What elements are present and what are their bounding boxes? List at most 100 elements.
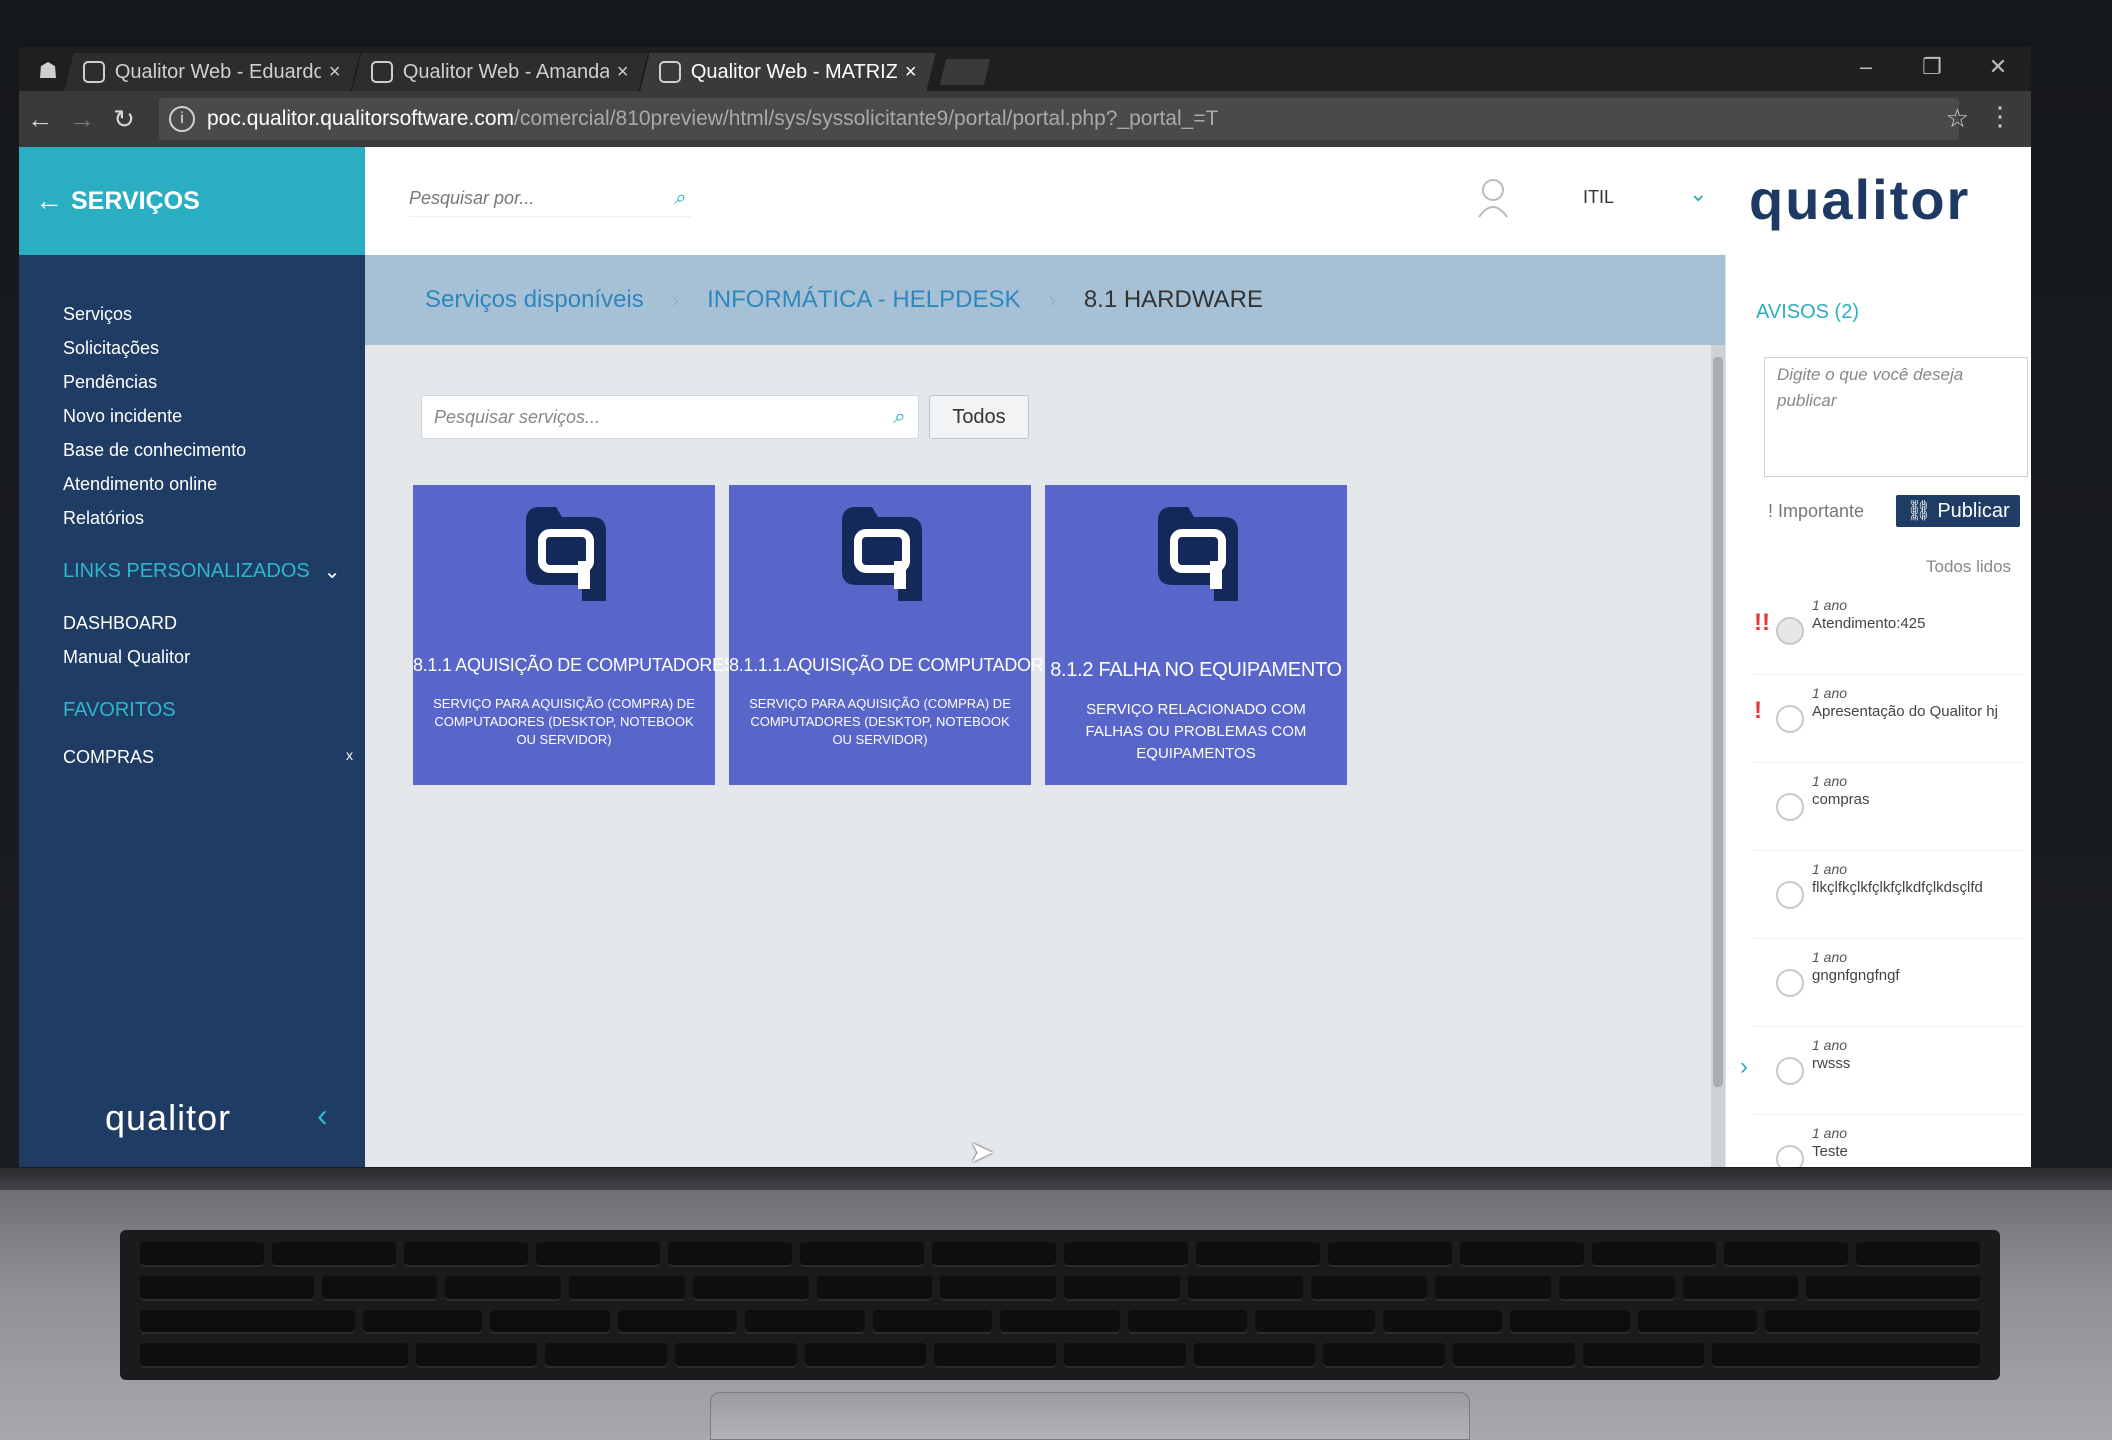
breadcrumb-item[interactable]: Serviços disponíveis [425,286,644,314]
sidebar-item-pendencias[interactable]: Pendências [63,365,246,399]
breadcrumb-item[interactable]: INFORMÁTICA - HELPDESK [707,286,1020,314]
notices-panel: AVISOS (2) Digite o que você deseja publ… [1725,255,2031,1167]
new-tab-button[interactable] [939,59,991,85]
favorites-section-title: FAVORITOS [63,699,176,721]
sidebar-logo: qualitor [105,1097,232,1138]
breadcrumb-separator-icon: › [671,287,680,312]
profile-selector[interactable]: ITIL [1583,187,1614,208]
bookmark-star-icon[interactable]: ☆ [1946,103,1969,134]
sidebar-item-relatorios[interactable]: Relatórios [63,501,246,535]
forward-arrow-icon[interactable]: → [61,104,103,135]
service-cards: 8.1.1 AQUISIÇÃO DE COMPUTADORES SERVIÇO … [413,485,1347,785]
publish-label: Publicar [1937,500,2010,522]
sidebar: ← SERVIÇOS Serviços Solicitações Pendênc… [19,147,365,1167]
notice-time: 1 ano [1812,773,1848,789]
tab-title: Qualitor Web - MATRIZ [691,60,898,83]
reload-icon[interactable]: ↻ [103,104,145,135]
search-icon[interactable]: ⌕ [674,187,685,210]
service-search-placeholder: Pesquisar serviços... [434,406,601,427]
browser-menu-icon[interactable]: ⋮ [1987,101,2013,132]
browser-tab[interactable]: Qualitor Web - Amanda × [352,53,648,91]
keyboard-row [140,1309,1981,1335]
collapse-sidebar-icon[interactable]: ‹ [317,1097,328,1134]
close-tab-icon[interactable]: × [905,61,917,84]
close-window-icon[interactable]: ✕ [1965,47,2031,91]
links-section-toggle[interactable]: LINKS PERSONALIZADOS ⌄ [63,559,341,584]
notice-text: flkçlfkçlkfçlkfçlkdfçlkdsçlfd [1812,879,1983,896]
qualitor-q-icon [526,507,606,601]
search-icon[interactable]: ⌕ [893,406,904,429]
qualitor-logo: qualitor [1749,168,1971,231]
notice-item[interactable]: 1 ano rwsss [1754,1027,2024,1115]
restore-icon[interactable]: ❐ [1899,47,1965,91]
info-icon[interactable]: i [169,106,195,132]
notice-time: 1 ano [1812,949,1848,965]
service-card-description: SERVIÇO PARA AQUISIÇÃO (COMPRA) DE COMPU… [749,696,1011,747]
notice-item[interactable]: 1 ano Teste [1754,1115,2024,1167]
notice-item[interactable]: 1 ano compras [1754,763,2024,851]
notice-item[interactable]: ! 1 ano Apresentação do Qualitor hj [1754,675,2024,763]
keyboard-row [140,1275,1980,1301]
filter-all-button[interactable]: Todos [929,395,1029,439]
keyboard-row [140,1242,1980,1267]
notices-list: !! 1 ano Atendimento:425 ! 1 ano Apresen… [1754,587,2024,1167]
service-card-title: 8.1.1 AQUISIÇÃO DE COMPUTADORES [413,655,736,675]
user-avatar-icon [1776,881,1804,909]
user-avatar-icon [1776,1057,1804,1085]
notice-time: 1 ano [1812,1125,1848,1141]
sidebar-item-atendimento-online[interactable]: Atendimento online [63,467,246,501]
close-tab-icon[interactable]: × [617,61,629,84]
laptop-keyboard [120,1230,2000,1380]
notice-textarea[interactable]: Digite o que você deseja publicar [1764,357,2028,477]
service-card[interactable]: 8.1.2 FALHA NO EQUIPAMENTO SERVIÇO RELAC… [1045,485,1347,785]
notice-item[interactable]: !! 1 ano Atendimento:425 [1754,587,2024,675]
notice-item[interactable]: 1 ano gngnfgngfngf [1754,939,2024,1027]
sidebar-link-dashboard[interactable]: DASHBOARD [63,613,177,634]
laptop-trackpad [710,1392,1470,1440]
tab-title: Qualitor Web - Eduardo [115,60,322,83]
favorite-item-label[interactable]: COMPRAS [63,747,154,768]
service-card[interactable]: 8.1.1.1.AQUISIÇÃO DE COMPUTADORES SERVIÇ… [729,485,1067,785]
window-controls: – ❐ ✕ [1833,47,2031,91]
qualitor-favicon-icon [659,61,681,83]
sidebar-item-servicos[interactable]: Serviços [63,297,246,331]
browser-tab-active[interactable]: Qualitor Web - MATRIZ × [640,53,936,91]
global-search-placeholder: Pesquisar por... [409,188,535,208]
service-card[interactable]: 8.1.1 AQUISIÇÃO DE COMPUTADORES SERVIÇO … [413,485,736,785]
publish-button[interactable]: ⛓ Publicar [1896,495,2020,527]
sidebar-menu: Serviços Solicitações Pendências Novo in… [63,297,246,535]
important-toggle[interactable]: ! Importante [1768,501,1864,522]
mouse-cursor-icon: ➤ [969,1136,995,1167]
browser-toolbar: ← → ↻ i poc.qualitor.qualitorsoftware.co… [19,91,2031,147]
back-arrow-icon[interactable]: ← [19,104,61,135]
browser-tab[interactable]: Qualitor Web - Eduardo × [64,53,360,91]
scrollbar-thumb[interactable] [1713,357,1723,1087]
sidebar-link-manual[interactable]: Manual Qualitor [63,647,190,668]
minimize-icon[interactable]: – [1833,47,1899,91]
mark-all-read-link[interactable]: Todos lidos [1926,557,2011,577]
top-bar: Pesquisar por... ⌕ ITIL ⌄ qualitor [365,147,2031,255]
user-avatar-icon[interactable] [1475,175,1511,219]
qualitor-portal: ← SERVIÇOS Serviços Solicitações Pendênc… [19,147,2031,1167]
sidebar-item-novo-incidente[interactable]: Novo incidente [63,399,246,433]
sidebar-item-base-conhecimento[interactable]: Base de conhecimento [63,433,246,467]
qualitor-favicon-icon [83,61,105,83]
address-bar[interactable]: i poc.qualitor.qualitorsoftware.com /com… [159,98,1959,140]
breadcrumb-separator-icon: › [1048,287,1056,312]
close-tab-icon[interactable]: × [329,61,341,84]
notice-item[interactable]: 1 ano flkçlfkçlkfçlkfçlkdfçlkdsçlfd [1754,851,2024,939]
sidebar-header[interactable]: ← SERVIÇOS [19,147,365,255]
service-search-input[interactable]: Pesquisar serviços... ⌕ [421,395,919,439]
notice-text: Apresentação do Qualitor hj [1812,703,1998,720]
chevron-right-icon[interactable]: › [1740,1053,1748,1081]
laptop-screen: ☗ Qualitor Web - Eduardo × Qualitor Web … [19,47,2031,1167]
notice-text: rwsss [1812,1055,1851,1072]
remove-favorite-icon[interactable]: x [346,747,363,768]
global-search-input[interactable]: Pesquisar por... ⌕ [409,181,691,217]
chevron-down-icon[interactable]: ⌄ [1689,181,1707,207]
back-arrow-icon[interactable]: ← [35,185,63,217]
services-panel: Pesquisar serviços... ⌕ Todos 8.1.1 AQUI… [365,345,1711,1167]
notice-time: 1 ano [1812,597,1848,613]
notices-title: AVISOS (2) [1756,301,1859,323]
sidebar-item-solicitacoes[interactable]: Solicitações [63,331,246,365]
